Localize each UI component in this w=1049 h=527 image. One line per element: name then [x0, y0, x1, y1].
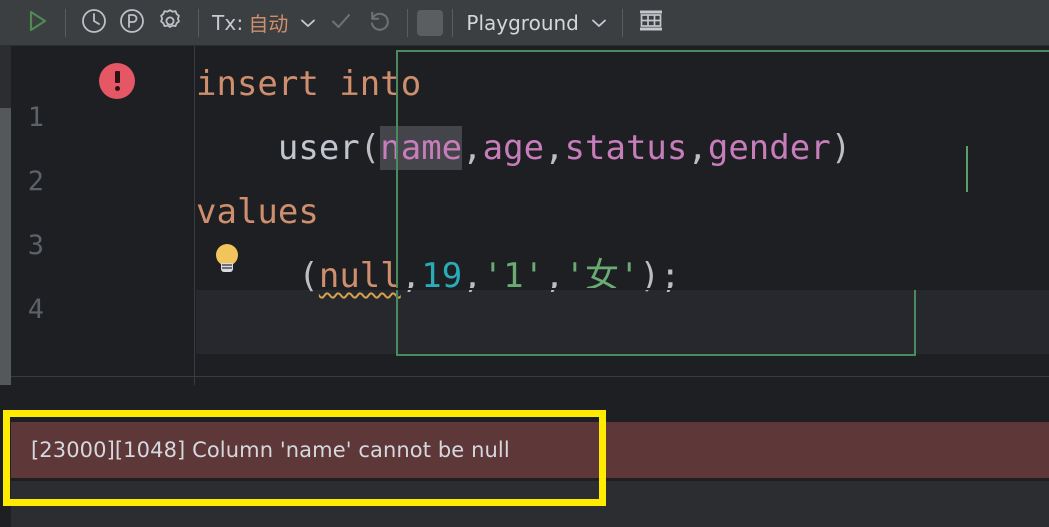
show-table-button[interactable]: [632, 4, 670, 42]
results-bottom-fill: [11, 478, 1049, 481]
line-number-4: 4: [27, 294, 44, 325]
schema-selector-dropdown[interactable]: Playground: [462, 4, 612, 42]
toolbar-divider-3: [407, 8, 409, 37]
token-string-status: '1': [482, 256, 545, 296]
line-number-1: 1: [27, 102, 44, 133]
schema-selector-label: Playground: [466, 10, 579, 35]
token-comma-6: ,: [544, 256, 565, 296]
token-table-user: user: [277, 128, 360, 168]
transaction-mode-dropdown[interactable]: Tx: 自动: [208, 4, 322, 42]
clock-icon: [80, 7, 108, 39]
token-comma-1: ,: [462, 128, 483, 168]
token-insert-into: insert into: [196, 64, 422, 104]
token-string-gender: '女': [564, 256, 640, 296]
results-panel: [23000][1048] Column 'name' cannot be nu…: [0, 385, 1049, 527]
token-comma-3: ,: [687, 128, 708, 168]
token-column-name-highlighted: name: [380, 126, 463, 170]
token-null-value: null: [318, 256, 401, 296]
code-area[interactable]: insert into user(name,age,status,gender)…: [196, 46, 1049, 385]
editor-marker-strip: [0, 46, 11, 385]
p-circle-icon: [118, 7, 146, 39]
code-line-4[interactable]: (null,19,'1','女');: [196, 244, 1049, 308]
stop-button[interactable]: [417, 9, 444, 36]
run-query-button[interactable]: [18, 4, 56, 42]
toolbar: Tx: 自动 Playground: [0, 0, 1049, 46]
token-semicolon: ;: [660, 256, 681, 296]
settings-button[interactable]: [151, 4, 189, 42]
lightbulb-base: [221, 263, 233, 272]
token-comma-4: ,: [400, 256, 422, 296]
token-values: values: [196, 192, 319, 232]
error-bang-stem: [114, 71, 120, 83]
text-caret: [966, 146, 968, 192]
chevron-down-icon: [589, 13, 609, 33]
token-column-gender: gender: [707, 128, 831, 168]
error-message-text: [23000][1048] Column 'name' cannot be nu…: [31, 438, 510, 462]
error-message-row[interactable]: [23000][1048] Column 'name' cannot be nu…: [11, 422, 1049, 478]
code-line-2[interactable]: user(name,age,status,gender): [196, 116, 1049, 180]
line-number-2: 2: [27, 166, 44, 197]
token-paren-close-4: ): [639, 256, 660, 296]
query-history-button[interactable]: [75, 4, 113, 42]
token-column-status: status: [564, 128, 688, 168]
toolbar-divider-2: [198, 8, 199, 37]
error-bang-dot: [114, 86, 120, 91]
rollback-button[interactable]: [360, 4, 398, 42]
tx-value: 自动: [248, 12, 289, 36]
token-paren-open: (: [359, 128, 381, 168]
lightbulb-icon[interactable]: [212, 244, 242, 274]
toolbar-divider-5: [621, 8, 623, 37]
code-line-3[interactable]: values: [196, 180, 1049, 244]
undo-arrow-icon: [366, 8, 392, 38]
code-line-1[interactable]: insert into: [196, 52, 1049, 116]
parameters-button[interactable]: [113, 4, 151, 42]
token-comma-2: ,: [544, 128, 565, 168]
line-number-3: 3: [27, 230, 44, 261]
token-column-age: age: [482, 128, 545, 168]
editor-bottom-divider: [11, 376, 1049, 377]
sql-editor[interactable]: 1 2 3 4 insert into user(name,age,status…: [0, 46, 1049, 385]
token-number-19: 19: [421, 256, 463, 296]
editor-gutter[interactable]: 1 2 3 4: [11, 46, 195, 385]
token-paren-open-4: (: [298, 256, 319, 296]
token-paren-close: ): [830, 128, 852, 168]
results-top-fill: [11, 385, 1049, 422]
table-grid-icon: [637, 7, 665, 39]
toolbar-divider-4: [452, 8, 454, 37]
results-left-strip: [0, 385, 11, 527]
statement-selection-joint: [396, 288, 916, 290]
checkmark-icon: [328, 8, 354, 38]
error-circle-icon[interactable]: [99, 63, 135, 99]
commit-button[interactable]: [322, 4, 360, 42]
tx-label: Tx:: [212, 10, 244, 35]
gear-icon: [156, 7, 184, 39]
toolbar-divider-1: [65, 8, 66, 37]
chevron-down-icon: [298, 13, 318, 33]
sql-editor-window: Tx: 自动 Playground 1 2 3 4 insert into us…: [0, 0, 1049, 527]
play-icon: [24, 8, 50, 38]
token-comma-5: ,: [462, 256, 483, 296]
